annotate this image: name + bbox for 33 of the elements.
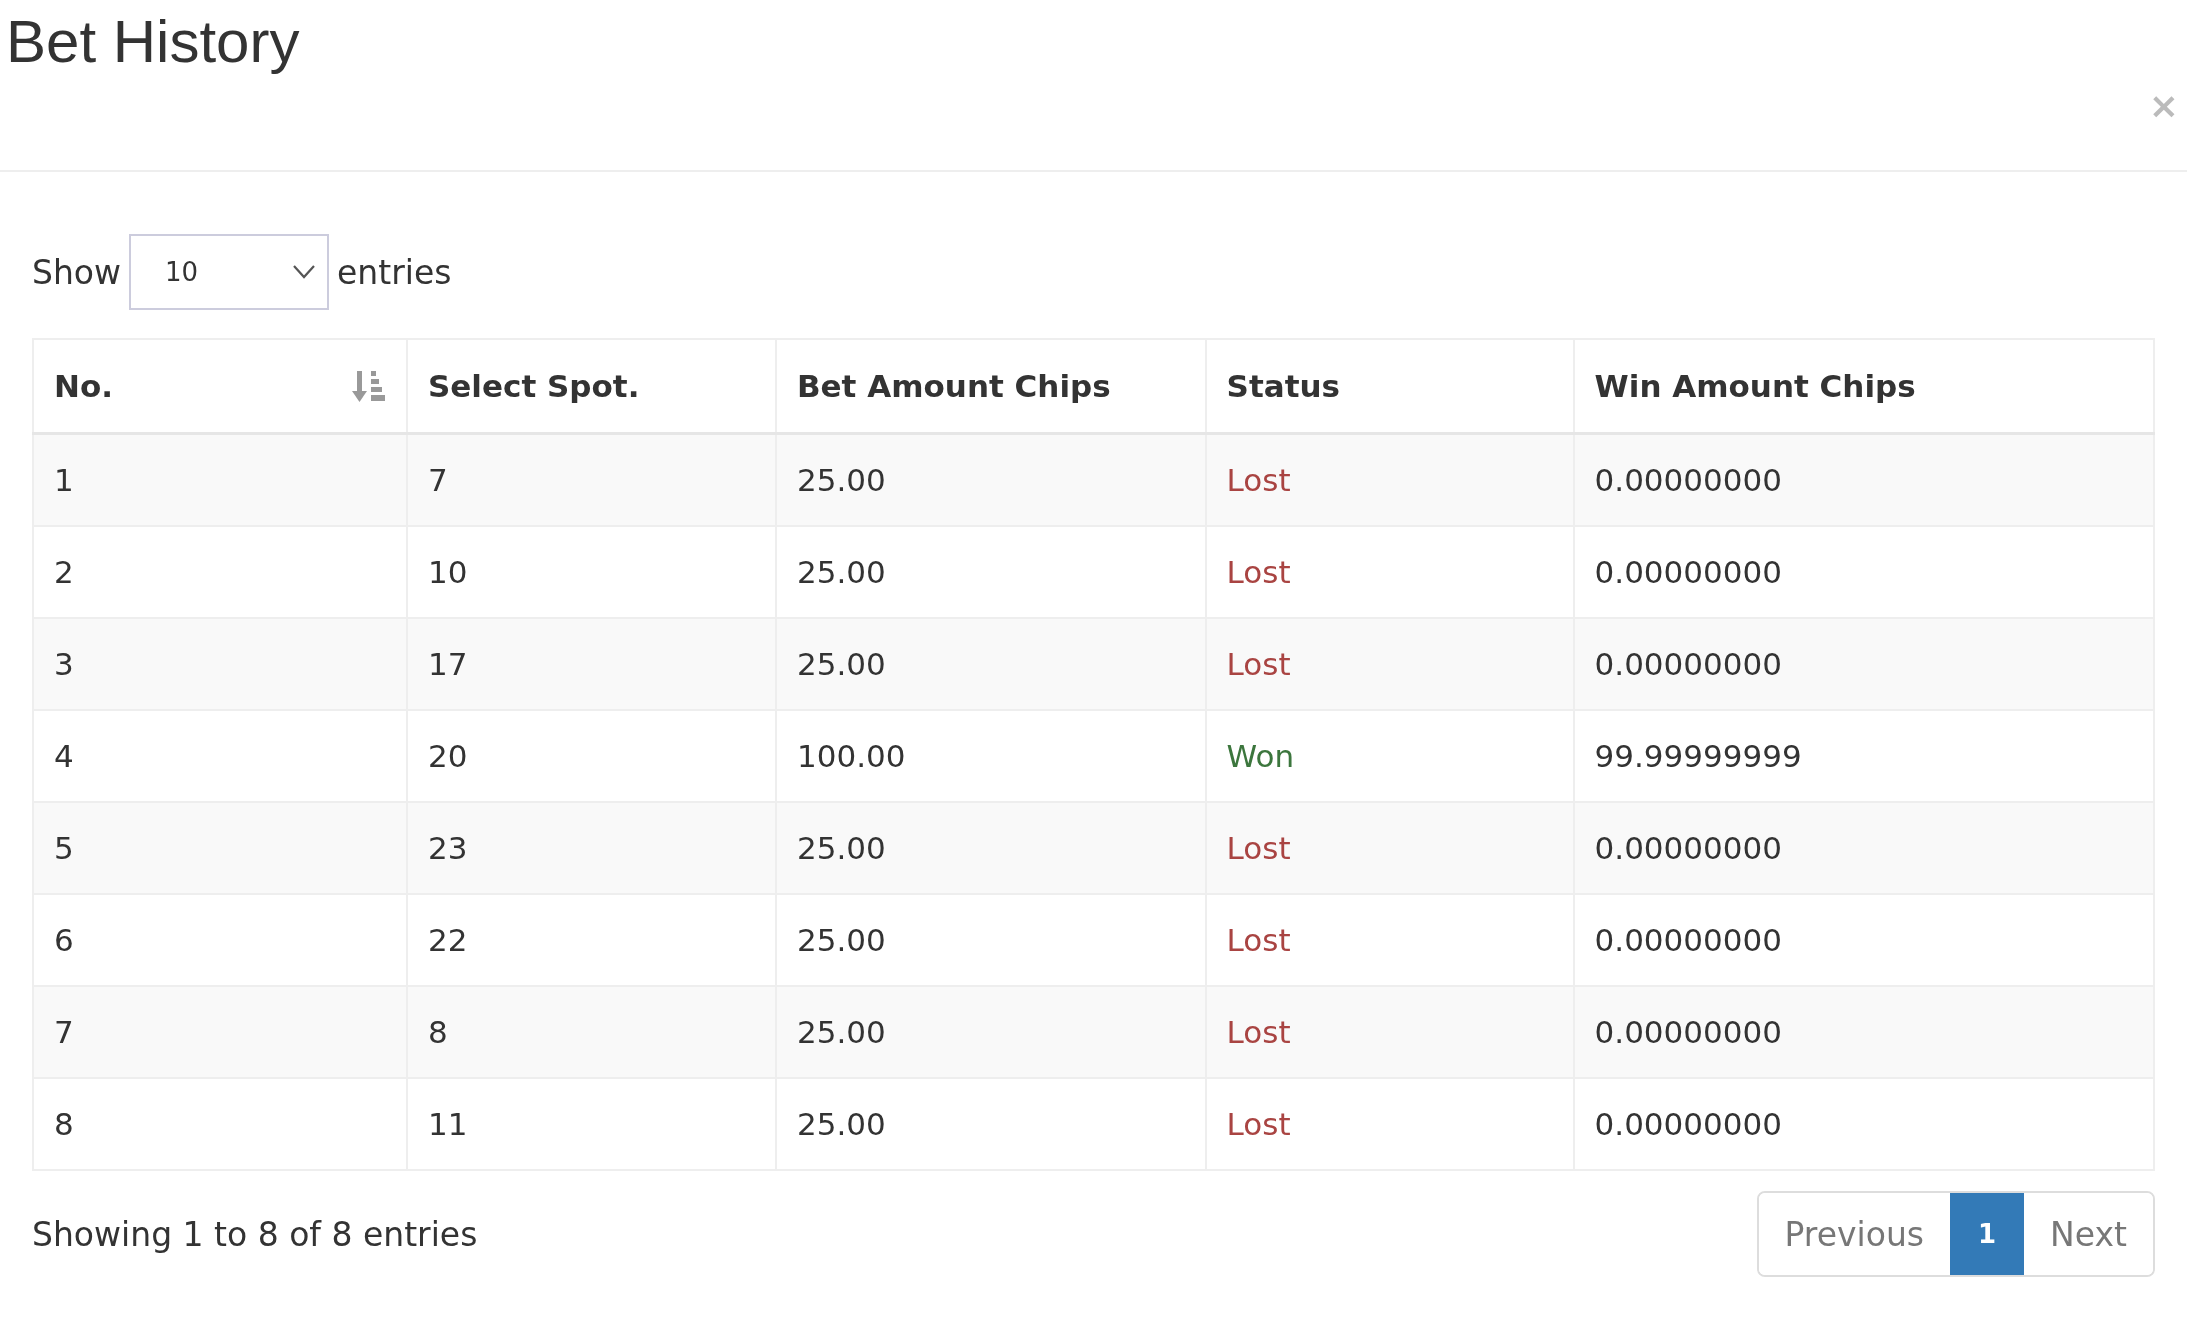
table-cell: 7 (407, 433, 776, 526)
table-cell: 8 (33, 1078, 407, 1170)
table-cell: 0.00000000 (1573, 1078, 2154, 1170)
table-cell: 0.00000000 (1573, 802, 2154, 894)
table-cell: 25.00 (775, 986, 1206, 1078)
show-label: Show (32, 252, 122, 292)
table-cell: 11 (407, 1078, 776, 1170)
status-cell: Lost (1205, 433, 1574, 526)
table-info: Showing 1 to 8 of 8 entries (32, 1214, 478, 1254)
table-cell: 8 (407, 986, 776, 1078)
table-cell: 25.00 (775, 1078, 1206, 1170)
table-cell: 23 (407, 802, 776, 894)
status-cell: Lost (1205, 802, 1574, 894)
status-cell: Lost (1205, 618, 1574, 710)
table-cell: 0.00000000 (1573, 618, 2154, 710)
table-cell: 0.00000000 (1573, 433, 2154, 526)
modal-title: Bet History (5, 7, 300, 77)
table-cell: 1 (33, 433, 407, 526)
entries-label: entries (337, 252, 452, 292)
chevron-down-icon (293, 265, 316, 279)
table-cell: 17 (407, 618, 776, 710)
table-cell: 25.00 (775, 433, 1206, 526)
table-cell: 7 (33, 986, 407, 1078)
table-cell: 25.00 (775, 618, 1206, 710)
table-cell: 0.00000000 (1573, 986, 2154, 1078)
sort-icon[interactable] (352, 369, 386, 403)
table-cell: 3 (33, 618, 407, 710)
status-cell: Lost (1205, 1078, 1574, 1170)
entries-select[interactable]: 10 (129, 234, 330, 310)
status-cell: Lost (1205, 986, 1574, 1078)
table-cell: 5 (33, 802, 407, 894)
table-cell: 25.00 (775, 802, 1206, 894)
current-page-button[interactable]: 1 (1950, 1193, 2025, 1275)
